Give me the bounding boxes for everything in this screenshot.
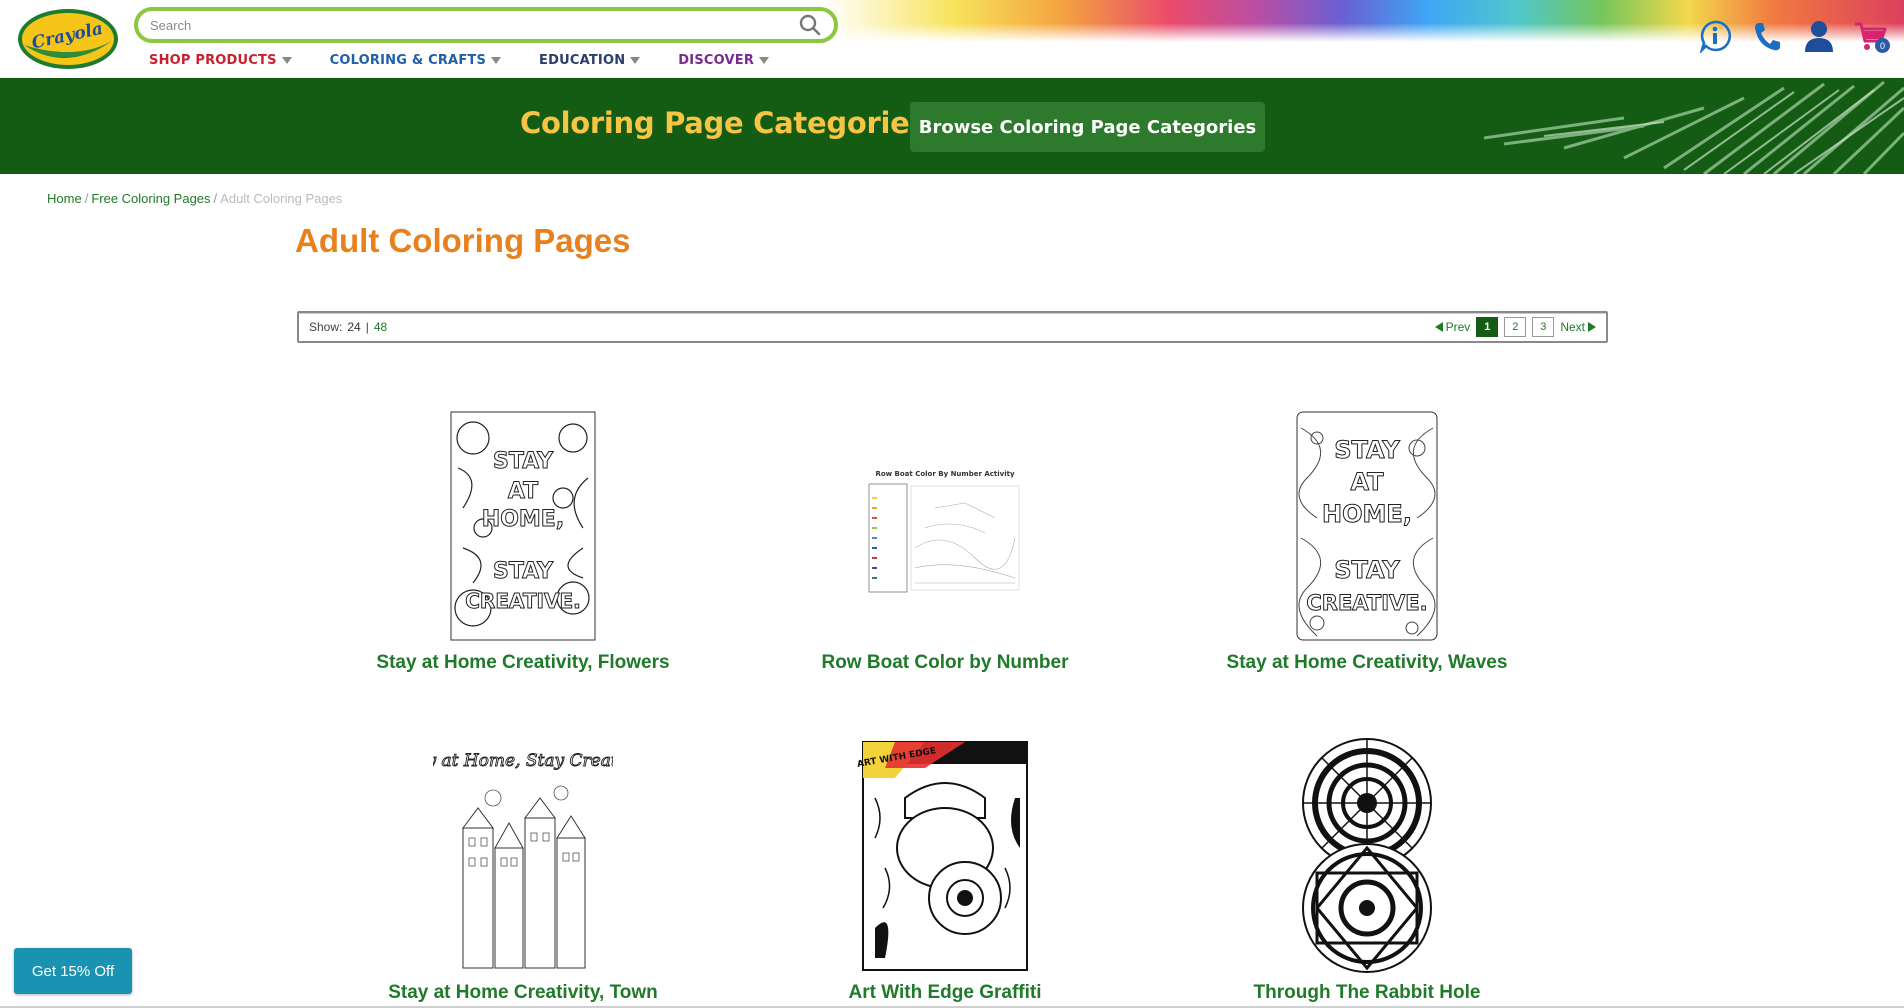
card-title[interactable]: Stay at Home Creativity, Waves	[1227, 652, 1508, 674]
svg-text:CREATIVE.: CREATIVE.	[465, 589, 581, 613]
site-header: Crayola SHOP PRODUCTS COLORING & CRAFTS …	[0, 0, 1904, 78]
nav-education-label: EDUCATION	[539, 53, 626, 68]
nav-coloring-crafts[interactable]: COLORING & CRAFTS	[329, 53, 502, 68]
breadcrumb-free-pages-link[interactable]: Free Coloring Pages	[91, 191, 210, 206]
row-boat-caption: Row Boat Color By Number Activity	[875, 470, 1015, 478]
utility-icons: 0	[1698, 18, 1890, 54]
graffiti-thumbnail[interactable]: ART WITH EDGE	[855, 738, 1035, 974]
card-title[interactable]: Through The Rabbit Hole	[1254, 982, 1481, 1004]
breadcrumb-current: Adult Coloring Pages	[220, 191, 343, 206]
waves-thumbnail[interactable]: STAY AT HOME, STAY CREATIVE.	[1277, 408, 1457, 644]
next-label: Next	[1560, 320, 1585, 334]
rabbit-hole-thumbnail[interactable]	[1277, 738, 1457, 974]
svg-text:STAY: STAY	[1334, 556, 1400, 584]
arrow-left-icon	[1434, 322, 1443, 332]
account-icon[interactable]	[1802, 18, 1836, 54]
phone-icon[interactable]	[1750, 18, 1784, 54]
svg-text:STAY: STAY	[493, 559, 554, 584]
card-title[interactable]: Row Boat Color by Number	[821, 652, 1068, 674]
svg-text:STAY: STAY	[493, 449, 554, 474]
svg-text:STAY: STAY	[1334, 436, 1400, 464]
breadcrumb-separator: /	[213, 191, 218, 206]
cart-icon[interactable]: 0	[1854, 18, 1890, 54]
breadcrumb-separator: /	[84, 191, 89, 206]
nav-discover-label: DISCOVER	[678, 53, 755, 68]
breadcrumb: Home / Free Coloring Pages / Adult Coloring …	[47, 191, 342, 206]
banner-title: Coloring Page Categories :	[520, 106, 948, 140]
chevron-down-icon	[630, 57, 641, 64]
chevron-down-icon	[491, 57, 502, 64]
discount-promo-button[interactable]: Get 15% Off	[14, 948, 132, 994]
coloring-card-row-boat[interactable]: Row Boat Color By Number Activity Row Bo…	[745, 408, 1145, 674]
category-banner: Coloring Page Categories : Browse Colori…	[0, 78, 1904, 174]
card-title[interactable]: Stay at Home Creativity, Town	[388, 982, 658, 1004]
svg-text:AT: AT	[508, 479, 538, 504]
results-toolbar: Show: 24 | 48 Prev 1 2 3 Next	[297, 311, 1608, 343]
svg-text:CREATIVE.: CREATIVE.	[1306, 591, 1427, 615]
page-2-button[interactable]: 2	[1504, 317, 1527, 337]
page-3-button[interactable]: 3	[1532, 317, 1555, 337]
arrow-right-icon	[1588, 322, 1596, 332]
chevron-down-icon	[759, 57, 770, 64]
show-24-link[interactable]: 24	[347, 320, 360, 334]
svg-text:HOME,: HOME,	[482, 507, 564, 532]
next-page-button[interactable]: Next	[1560, 320, 1596, 334]
show-48-link[interactable]: 48	[374, 320, 387, 334]
pagination: Prev 1 2 3 Next	[1434, 317, 1596, 337]
town-caption: Stay at Home, Stay Creative.	[433, 751, 613, 771]
nav-coloring-crafts-label: COLORING & CRAFTS	[329, 53, 487, 68]
card-title[interactable]: Art With Edge Graffiti	[849, 982, 1042, 1004]
breadcrumb-home-link[interactable]: Home	[47, 191, 82, 206]
coloring-card-rabbit-hole[interactable]: Through The Rabbit Hole	[1167, 738, 1567, 1004]
svg-text:AT: AT	[1350, 468, 1384, 496]
info-icon[interactable]	[1698, 18, 1732, 54]
page-size-selector: Show: 24 | 48	[309, 320, 387, 334]
page-title: Adult Coloring Pages	[295, 222, 631, 259]
chevron-down-icon	[281, 57, 292, 64]
row-boat-thumbnail[interactable]: Row Boat Color By Number Activity	[855, 408, 1035, 644]
coloring-card-graffiti[interactable]: ART WITH EDGE Art With Edge Graffiti	[745, 738, 1145, 1004]
crayola-logo[interactable]: Crayola	[16, 3, 120, 71]
search-icon[interactable]	[798, 13, 822, 37]
coloring-card-flowers[interactable]: STAY AT HOME, STAY CREATIVE. Stay at Home C…	[323, 408, 723, 674]
svg-text:HOME,: HOME,	[1322, 500, 1412, 528]
nav-shop-products-label: SHOP PRODUCTS	[149, 53, 277, 68]
search-bar[interactable]	[134, 7, 838, 43]
flowers-thumbnail[interactable]: STAY AT HOME, STAY CREATIVE.	[433, 408, 613, 644]
main-nav: SHOP PRODUCTS COLORING & CRAFTS EDUCATIO…	[149, 53, 807, 68]
nav-discover[interactable]: DISCOVER	[678, 53, 770, 68]
chalk-stroke-decoration	[1483, 80, 1904, 174]
show-divider: |	[365, 320, 369, 334]
coloring-card-waves[interactable]: STAY AT HOME, STAY CREATIVE. Stay at Home C…	[1167, 408, 1567, 674]
town-thumbnail[interactable]: Stay at Home, Stay Creative.	[433, 738, 613, 974]
prev-label: Prev	[1445, 320, 1471, 334]
nav-education[interactable]: EDUCATION	[539, 53, 641, 68]
nav-shop-products[interactable]: SHOP PRODUCTS	[149, 53, 292, 68]
search-input[interactable]	[150, 17, 798, 33]
page-1-button[interactable]: 1	[1476, 317, 1499, 337]
coloring-card-town[interactable]: Stay at Home, Stay Creative. Stay at Hom…	[323, 738, 723, 1004]
browse-categories-button[interactable]: Browse Coloring Page Categories	[910, 102, 1265, 152]
prev-page-button[interactable]: Prev	[1434, 320, 1471, 334]
cart-count-badge: 0	[1875, 38, 1890, 53]
show-label: Show:	[309, 320, 343, 334]
card-title[interactable]: Stay at Home Creativity, Flowers	[376, 652, 669, 674]
